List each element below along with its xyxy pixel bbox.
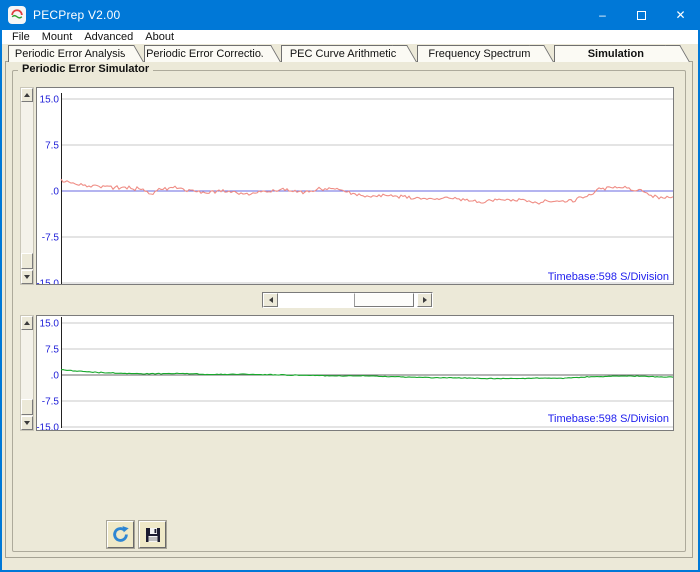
hscroll-thumb[interactable]: [354, 293, 414, 307]
tab-periodic-error-correction[interactable]: Periodic Error Correction: [144, 45, 267, 62]
menu-item-advanced[interactable]: Advanced: [78, 31, 139, 43]
title-bar[interactable]: PECPrep V2.00 – ✕: [0, 0, 700, 30]
svg-text:15.0: 15.0: [40, 95, 60, 106]
groupbox-title: Periodic Error Simulator: [18, 63, 153, 75]
menu-item-about[interactable]: About: [139, 31, 180, 43]
pecprep-logo-icon: [8, 6, 26, 24]
raw-error-chart-plot: 15.0 7.5 .0 -7.5 -15.0 Timebase:598 S/Divisio…: [37, 88, 673, 284]
raw-chart-vscrollbar[interactable]: [20, 87, 34, 285]
vscroll-track[interactable]: [21, 330, 33, 416]
tab-pec-curve-arithmetic[interactable]: PEC Curve Arithmetic: [281, 45, 404, 62]
maximize-icon[interactable]: [622, 0, 661, 30]
maximize-box: [637, 11, 646, 20]
menu-bar: FileMountAdvancedAbout: [2, 30, 698, 44]
save-button[interactable]: [139, 521, 166, 548]
svg-text:15.0: 15.0: [40, 319, 60, 330]
svg-text:Timebase:598 S/Division: Timebase:598 S/Division: [548, 271, 669, 283]
menu-item-file[interactable]: File: [6, 31, 36, 43]
svg-text:-15.0: -15.0: [37, 279, 59, 285]
tab-periodic-error-analysis[interactable]: Periodic Error Analysis: [8, 45, 131, 62]
vscroll-up-arrow-icon[interactable]: [21, 88, 33, 102]
floppy-disk-icon: [144, 526, 162, 544]
hscroll-track[interactable]: [278, 293, 417, 307]
svg-text:Timebase:598 S/Division: Timebase:598 S/Division: [548, 413, 669, 425]
timebase-hscrollbar[interactable]: [262, 292, 433, 308]
smoothed-error-chart-plot: 15.0 7.5 .0 -7.5 -15.0 Timebase:598 S/Divisio…: [37, 316, 673, 430]
vscroll-down-arrow-icon[interactable]: [21, 270, 33, 284]
vscroll-down-arrow-icon[interactable]: [21, 416, 33, 430]
vscroll-thumb[interactable]: [21, 399, 33, 415]
app-window: PECPrep V2.00 – ✕ FileMountAdvancedAbout…: [0, 0, 700, 572]
hscroll-right-arrow-icon[interactable]: [417, 293, 432, 307]
refresh-button[interactable]: [107, 521, 134, 548]
svg-text:-7.5: -7.5: [42, 233, 60, 244]
svg-text:.0: .0: [51, 371, 60, 382]
raw-error-chart: 15.0 7.5 .0 -7.5 -15.0 Timebase:598 S/Divisio…: [36, 87, 674, 285]
svg-text:-7.5: -7.5: [42, 397, 60, 408]
svg-text:.0: .0: [51, 187, 60, 198]
minimize-icon[interactable]: –: [583, 0, 622, 30]
smoothed-chart-vscrollbar[interactable]: [20, 315, 34, 431]
smoothed-error-chart: 15.0 7.5 .0 -7.5 -15.0 Timebase:598 S/Divisio…: [36, 315, 674, 431]
svg-text:7.5: 7.5: [45, 345, 59, 356]
vscroll-thumb[interactable]: [21, 253, 33, 269]
svg-text:7.5: 7.5: [45, 141, 59, 152]
close-icon[interactable]: ✕: [661, 0, 700, 30]
tab-simulation[interactable]: Simulation: [554, 45, 677, 62]
svg-text:-15.0: -15.0: [37, 423, 59, 431]
menu-item-mount[interactable]: Mount: [36, 31, 79, 43]
refresh-arrow-icon: [111, 525, 130, 544]
vscroll-track[interactable]: [21, 102, 33, 270]
tab-frequency-spectrum[interactable]: Frequency Spectrum: [417, 45, 540, 62]
tab-strip: Periodic Error Analysis Periodic Error Co…: [8, 45, 690, 62]
hscroll-left-arrow-icon[interactable]: [263, 293, 278, 307]
window-title: PECPrep V2.00: [33, 8, 120, 22]
vscroll-up-arrow-icon[interactable]: [21, 316, 33, 330]
